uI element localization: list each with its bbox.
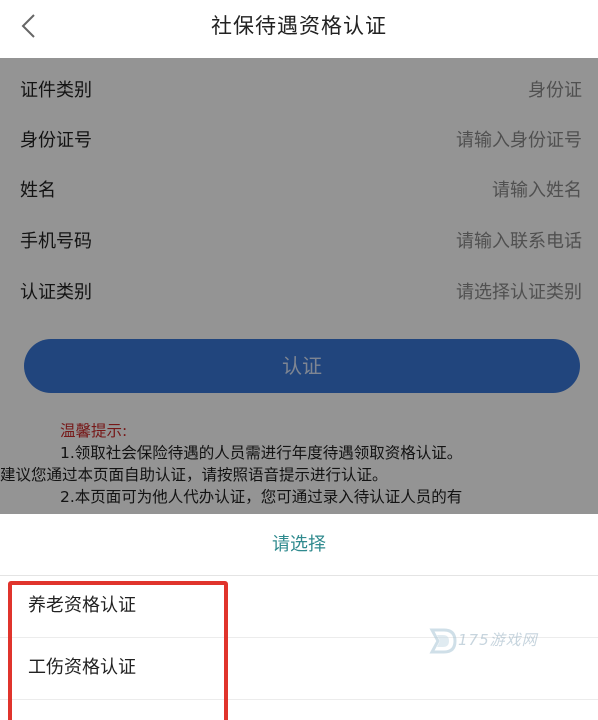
nav-bar: 社保待遇资格认证 [0, 0, 598, 52]
watermark: 175游戏网 [428, 624, 558, 658]
picker-title: 请选择 [0, 514, 598, 576]
page-title: 社保待遇资格认证 [211, 14, 387, 38]
modal-overlay[interactable] [0, 58, 598, 514]
watermark-logo-icon [429, 628, 457, 654]
annotation-highlight [8, 581, 228, 720]
watermark-text: 175游戏网 [458, 631, 538, 649]
